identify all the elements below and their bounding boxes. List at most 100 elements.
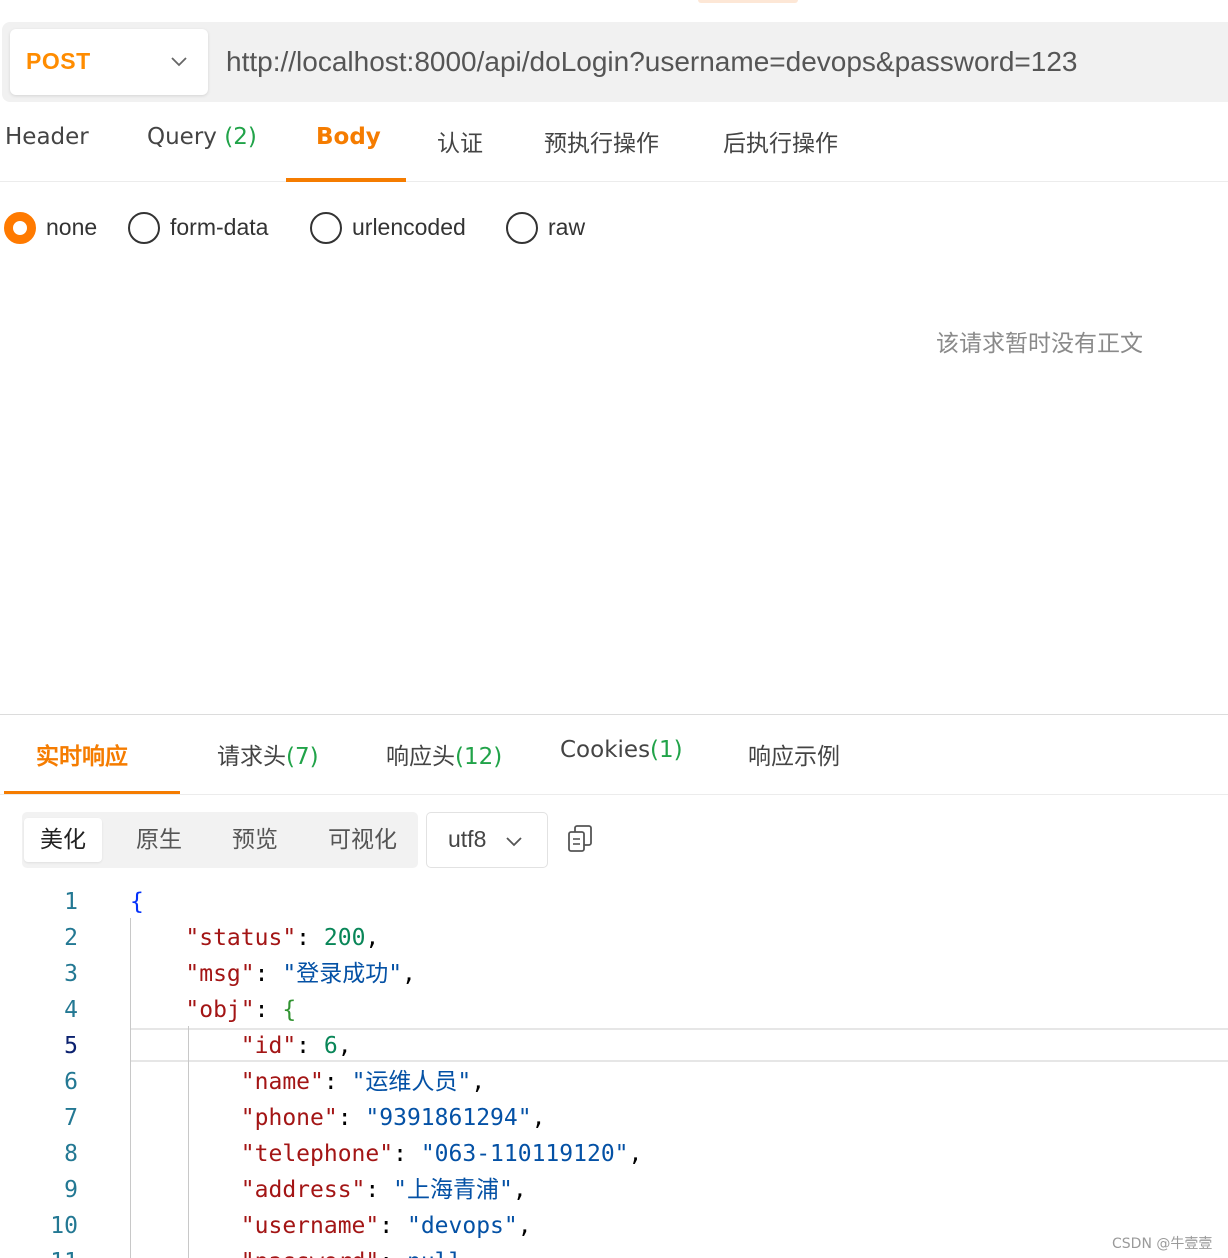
method-label: POST <box>26 48 91 74</box>
request-url-bar: POST <box>2 22 1228 102</box>
tab-request-headers-count: (7) <box>286 744 319 770</box>
json-key: "status" <box>185 925 297 951</box>
tab-cookies[interactable]: Cookies(1) <box>560 737 683 763</box>
code-line: 4 "obj": { <box>0 992 1228 1028</box>
code-text: "phone": "9391861294", <box>240 1105 546 1131</box>
json-value: "devops" <box>406 1213 518 1239</box>
json-value: 200 <box>323 925 366 951</box>
encoding-select[interactable]: utf8 <box>426 812 548 868</box>
active-response-tab-indicator <box>4 791 180 794</box>
tab-auth[interactable]: 认证 <box>437 124 483 158</box>
code-text: "status": 200, <box>185 925 380 951</box>
code-line: 11 "password": null <box>0 1244 1228 1258</box>
radio-raw-label: raw <box>548 214 586 240</box>
tab-live-response[interactable]: 实时响应 <box>36 737 128 771</box>
response-code-editor[interactable]: 1{2 "status": 200, 3 "msg": "登录成功", 4 "obj… <box>0 882 1228 1258</box>
top-accent-bar <box>698 0 798 3</box>
code-line: 1{ <box>0 884 1228 920</box>
tab-header[interactable]: Header <box>5 124 89 150</box>
json-value: "登录成功" <box>282 961 403 987</box>
json-key: "phone" <box>240 1105 338 1131</box>
view-preview-button[interactable]: 预览 <box>216 818 294 862</box>
line-number: 10 <box>50 1213 78 1239</box>
json-key: "telephone" <box>240 1141 394 1167</box>
json-key: "name" <box>240 1069 324 1095</box>
line-number: 2 <box>64 925 78 951</box>
tab-response-headers-count: (12) <box>455 744 503 770</box>
code-line: 8 "telephone": "063-110119120", <box>0 1136 1228 1172</box>
code-line: 10 "username": "devops", <box>0 1208 1228 1244</box>
tab-body[interactable]: Body <box>316 124 381 150</box>
radio-unchecked-icon <box>128 212 160 244</box>
tab-body-label: Body <box>316 124 381 150</box>
tab-query-count: (2) <box>224 124 257 150</box>
code-line: 9 "address": "上海青浦", <box>0 1172 1228 1208</box>
tab-response-examples-label: 响应示例 <box>748 744 840 770</box>
tab-response-headers[interactable]: 响应头(12) <box>386 737 502 771</box>
code-text: { <box>130 889 144 915</box>
tab-header-label: Header <box>5 124 89 150</box>
code-text: "address": "上海青浦", <box>240 1177 527 1203</box>
json-key: "username" <box>240 1213 380 1239</box>
code-line: 2 "status": 200, <box>0 920 1228 956</box>
code-text: "telephone": "063-110119120", <box>240 1141 643 1167</box>
radio-checked-icon <box>4 212 36 244</box>
copy-icon[interactable] <box>566 824 594 854</box>
radio-unchecked-icon <box>310 212 342 244</box>
line-number: 7 <box>64 1105 78 1131</box>
radio-none-label: none <box>46 214 98 240</box>
code-text: "password": null <box>130 1244 463 1258</box>
line-number: 5 <box>64 1033 78 1059</box>
encoding-label: utf8 <box>448 826 487 852</box>
watermark: CSDN @牛壹壹 <box>1112 1233 1213 1253</box>
empty-body-message: 该请求暂时没有正文 <box>936 331 1143 357</box>
json-value: "9391861294" <box>365 1105 532 1131</box>
json-value: 6 <box>323 1033 338 1059</box>
line-number: 3 <box>64 961 78 987</box>
code-text: "username": "devops", <box>240 1213 532 1239</box>
code-line: 5 "id": 6, <box>0 1028 1228 1064</box>
chevron-down-icon <box>506 837 522 847</box>
tab-live-response-label: 实时响应 <box>36 744 128 770</box>
view-visualize-button[interactable]: 可视化 <box>312 818 413 862</box>
code-text: "id": 6, <box>240 1033 352 1059</box>
response-tabs: 实时响应 请求头(7) 响应头(12) Cookies(1) 响应示例 <box>0 715 1228 795</box>
json-value: { <box>282 997 297 1023</box>
tab-query-label: Query <box>147 124 217 150</box>
line-number: 9 <box>64 1177 78 1203</box>
view-raw-button[interactable]: 原生 <box>120 818 198 862</box>
line-number: 11 <box>0 1244 78 1258</box>
json-key: "obj" <box>185 997 255 1023</box>
tab-query[interactable]: Query (2) <box>147 124 257 150</box>
tab-cookies-label: Cookies <box>560 737 651 763</box>
json-value: "上海青浦" <box>393 1177 513 1203</box>
code-text: "msg": "登录成功", <box>185 961 416 987</box>
view-pretty-button[interactable]: 美化 <box>24 818 102 862</box>
code-text: "obj": { <box>185 997 297 1023</box>
request-tabs: Header Query (2) Body 认证 预执行操作 后执行操作 <box>0 104 1228 182</box>
json-value: null <box>407 1249 462 1258</box>
tab-pre-script[interactable]: 预执行操作 <box>544 124 659 158</box>
code-line: 7 "phone": "9391861294", <box>0 1100 1228 1136</box>
method-select[interactable]: POST <box>10 29 208 95</box>
tab-post-script[interactable]: 后执行操作 <box>723 124 838 158</box>
line-number: 6 <box>64 1069 78 1095</box>
json-value: "063-110119120" <box>420 1141 629 1167</box>
tab-post-script-label: 后执行操作 <box>723 131 838 157</box>
tab-response-examples[interactable]: 响应示例 <box>748 737 840 771</box>
json-value: "运维人员" <box>351 1069 472 1095</box>
code-line: 3 "msg": "登录成功", <box>0 956 1228 992</box>
code-line: 6 "name": "运维人员", <box>0 1064 1228 1100</box>
active-tab-indicator <box>286 178 406 182</box>
tab-request-headers[interactable]: 请求头(7) <box>217 737 319 771</box>
radio-form-data-label: form-data <box>170 214 269 240</box>
tab-auth-label: 认证 <box>437 131 483 157</box>
json-key: "password" <box>241 1249 379 1258</box>
tab-response-headers-label: 响应头 <box>386 744 455 770</box>
radio-unchecked-icon <box>506 212 538 244</box>
tab-cookies-count: (1) <box>650 737 683 763</box>
view-mode-segmented: 美化 原生 预览 可视化 <box>22 812 418 868</box>
line-number: 8 <box>64 1141 78 1167</box>
line-number: 1 <box>64 889 78 915</box>
url-input[interactable] <box>226 40 1216 84</box>
